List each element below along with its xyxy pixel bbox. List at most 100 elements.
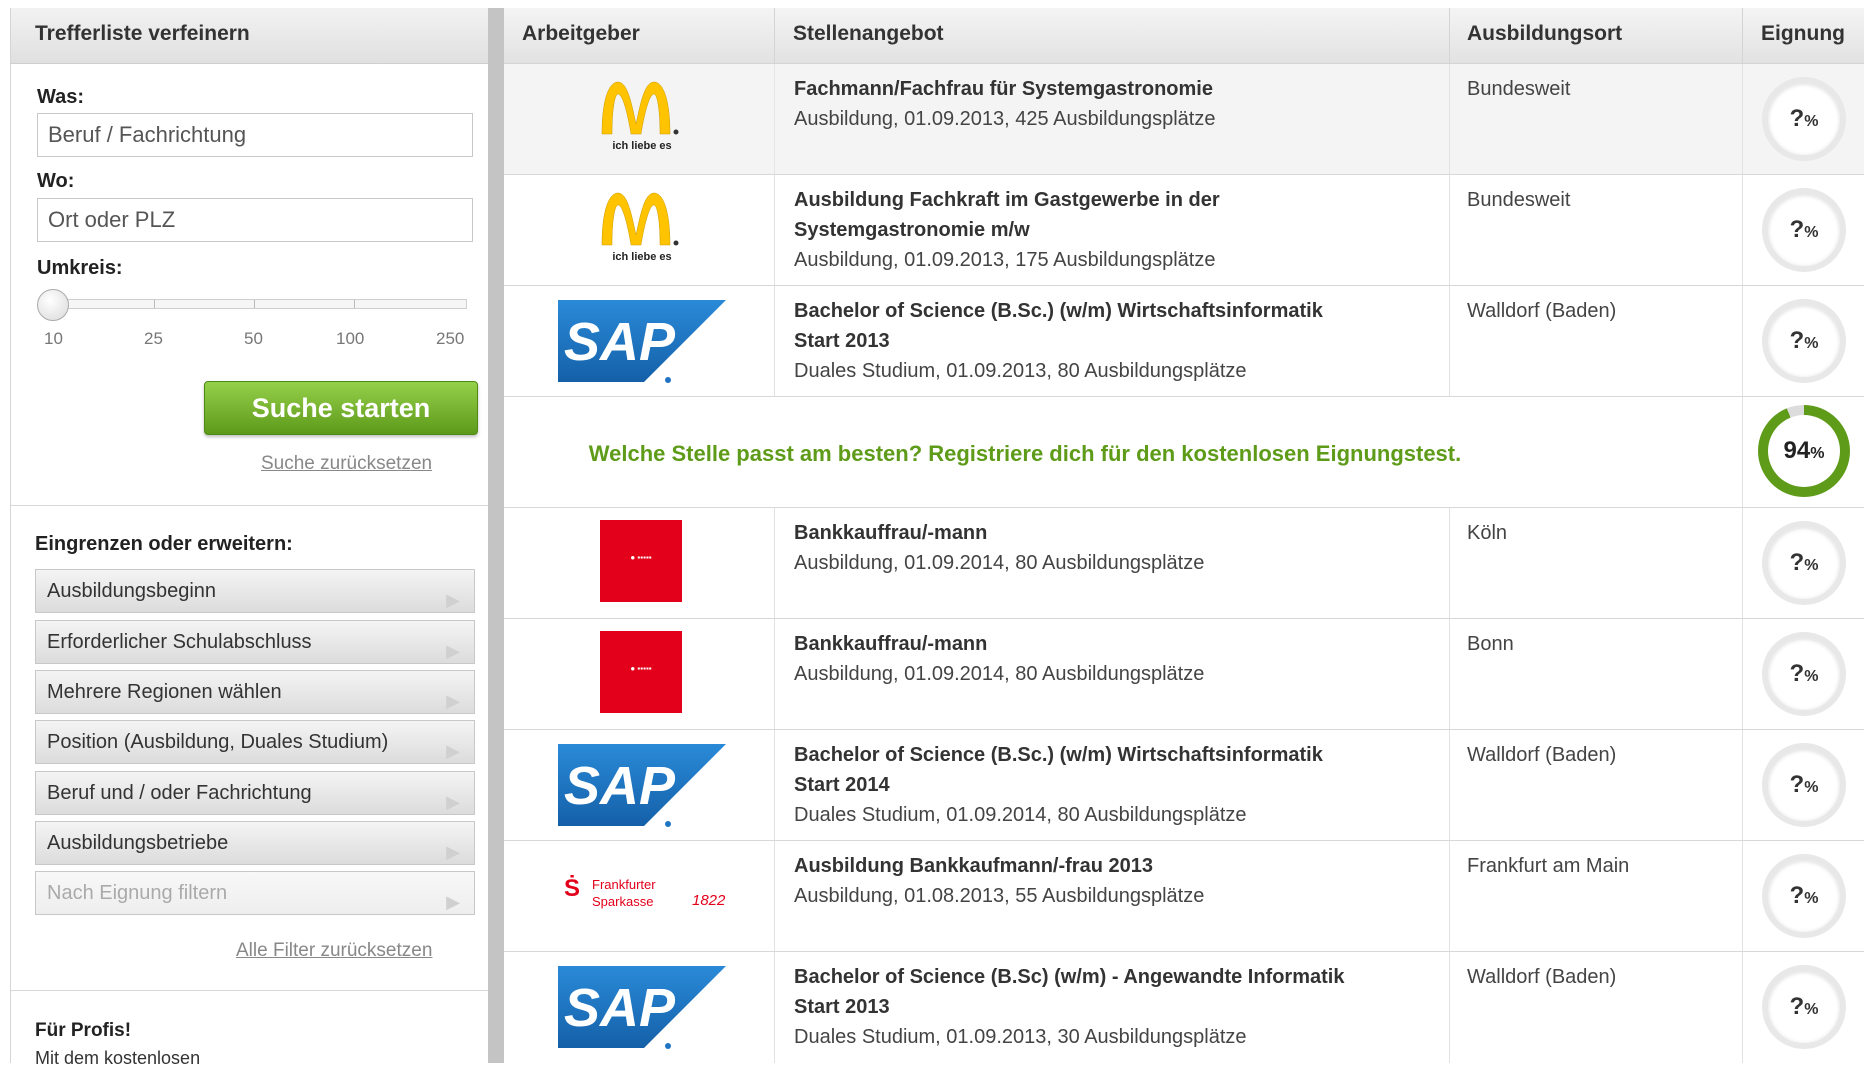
sparkasse-icon: ● ▪▪▪▪▪ (630, 664, 652, 673)
cell-divider (774, 286, 775, 396)
filters-heading: Eingrenzen oder erweitern: (35, 533, 293, 555)
fit-gauge-promo[interactable]: 94% (1758, 405, 1850, 497)
promo-text[interactable]: Welche Stelle passt am besten? Registrie… (504, 441, 1546, 467)
fit-gauge[interactable]: ?% (1762, 743, 1846, 827)
cell-divider (1742, 64, 1743, 174)
fit-value: ? (1789, 216, 1805, 243)
cell-divider (1449, 508, 1450, 618)
column-header-offer[interactable]: Stellenangebot (793, 22, 944, 46)
radius-tick-label: 50 (244, 329, 263, 348)
panel-splitter (488, 8, 504, 1063)
table-row[interactable]: ● ▪▪▪▪▪ Bankkauffrau/-mann Ausbildung, 0… (504, 619, 1864, 730)
reset-filters-link[interactable]: Alle Filter zurücksetzen (236, 940, 432, 962)
job-title-link[interactable]: Bachelor of Science (B.Sc.) (w/m) Wirtsc… (794, 740, 1414, 800)
logo-tagline: ich liebe es (612, 251, 672, 263)
column-header-employer[interactable]: Arbeitgeber (522, 22, 640, 46)
fit-gauge[interactable]: ?% (1762, 965, 1846, 1049)
pro-text: Mit dem kostenlosen (35, 1048, 201, 1068)
cell-divider (774, 952, 775, 1063)
job-location: Walldorf (Baden) (1467, 744, 1617, 766)
mcdonalds-logo: ich liebe es (592, 187, 692, 276)
where-input[interactable] (37, 198, 473, 242)
fit-gauge[interactable]: ?% (1762, 632, 1846, 716)
search-button[interactable]: Suche starten (204, 381, 478, 435)
cell-divider (774, 619, 775, 729)
radius-slider-handle[interactable] (37, 289, 69, 321)
cell-divider (1742, 397, 1743, 507)
job-title-line: Systemgastronomie m/w (794, 219, 1030, 241)
filter-companies[interactable]: Ausbildungsbetriebe ▶ (35, 821, 475, 865)
job-location: Bundesweit (1467, 78, 1571, 100)
arrow-right-icon: ▶ (446, 892, 460, 912)
cell-divider (774, 730, 775, 840)
job-title-link[interactable]: Ausbildung Fachkraft im Gastgewerbe in d… (794, 185, 1414, 245)
fit-gauge[interactable]: ?% (1762, 188, 1846, 272)
filter-regions[interactable]: Mehrere Regionen wählen ▶ (35, 670, 475, 714)
cell-divider (1449, 175, 1450, 285)
job-title-link[interactable]: Fachmann/Fachfrau für Systemgastronomie (794, 74, 1414, 104)
percent-sign: % (1804, 890, 1819, 907)
percent-sign: % (1804, 335, 1819, 352)
logo-tagline: ich liebe es (612, 140, 672, 152)
fit-value: 94 (1783, 437, 1811, 464)
radius-tick-label: 250 (436, 329, 465, 348)
radius-label: Umkreis: (37, 257, 123, 279)
table-row[interactable]: SAP Bachelor of Science (B.Sc.) (w/m) Wi… (504, 730, 1864, 841)
promo-row[interactable]: Welche Stelle passt am besten? Registrie… (504, 397, 1864, 508)
column-divider (1449, 8, 1450, 63)
fit-gauge[interactable]: ?% (1762, 854, 1846, 938)
table-row[interactable]: ich liebe es Fachmann/Fachfrau für Syste… (504, 64, 1864, 175)
column-divider (1742, 8, 1743, 63)
job-location: Köln (1467, 522, 1508, 544)
cell-divider (1449, 841, 1450, 951)
logo-text: Sparkasse (592, 894, 654, 909)
sparkasse-icon: ● ▪▪▪▪▪ (630, 553, 652, 562)
percent-sign: % (1804, 668, 1819, 685)
arrow-right-icon: ▶ (446, 792, 460, 812)
reset-search-link[interactable]: Suche zurücksetzen (261, 453, 432, 475)
percent-sign: % (1804, 1001, 1819, 1018)
cell-divider (1742, 730, 1743, 840)
fit-gauge[interactable]: ?% (1762, 77, 1846, 161)
radius-slider-track[interactable] (59, 299, 467, 309)
table-row[interactable]: ● ▪▪▪▪▪ Bankkauffrau/-mann Ausbildung, 0… (504, 508, 1864, 619)
arrow-right-icon: ▶ (446, 741, 460, 761)
what-label: Was: (37, 86, 85, 108)
job-title-link[interactable]: Bachelor of Science (B.Sc) (w/m) - Angew… (794, 962, 1414, 1022)
job-title-link[interactable]: Bankkauffrau/-mann (794, 629, 1414, 659)
filter-position[interactable]: Position (Ausbildung, Duales Studium) ▶ (35, 720, 475, 764)
divider (11, 505, 489, 506)
job-title-line: Ausbildung Fachkraft im Gastgewerbe in d… (794, 189, 1220, 211)
job-title-line: Start 2013 (794, 996, 890, 1018)
job-title-link[interactable]: Bachelor of Science (B.Sc.) (w/m) Wirtsc… (794, 296, 1414, 356)
table-row[interactable]: SAP Bachelor of Science (B.Sc) (w/m) - A… (504, 952, 1864, 1063)
job-details: Ausbildung, 01.08.2013, 55 Ausbildungspl… (794, 885, 1205, 907)
cell-divider (774, 64, 775, 174)
table-row[interactable]: SAP Bachelor of Science (B.Sc.) (w/m) Wi… (504, 286, 1864, 397)
fit-gauge[interactable]: ?% (1762, 299, 1846, 383)
fit-value: ? (1789, 882, 1805, 909)
arrow-right-icon: ▶ (446, 842, 460, 862)
job-title-link[interactable]: Bankkauffrau/-mann (794, 518, 1414, 548)
table-row[interactable]: ich liebe es Ausbildung Fachkraft im Gas… (504, 175, 1864, 286)
column-header-location[interactable]: Ausbildungsort (1467, 22, 1622, 46)
column-header-fit[interactable]: Eignung (1761, 22, 1845, 46)
fit-gauge[interactable]: ?% (1762, 521, 1846, 605)
filter-start-date[interactable]: Ausbildungsbeginn ▶ (35, 569, 475, 613)
cell-divider (1742, 619, 1743, 729)
filter-label: Mehrere Regionen wählen (47, 681, 282, 703)
radius-tick-label: 10 (44, 329, 63, 348)
what-input[interactable] (37, 113, 473, 157)
filter-profession[interactable]: Beruf und / oder Fachrichtung ▶ (35, 771, 475, 815)
fit-value: ? (1789, 771, 1805, 798)
cell-divider (1742, 952, 1743, 1063)
logo-text: Frankfurter (592, 877, 656, 892)
pro-heading: Für Profis! (35, 1020, 132, 1041)
job-details: Duales Studium, 01.09.2013, 80 Ausbildun… (794, 360, 1247, 382)
job-title-link[interactable]: Ausbildung Bankkaufmann/-frau 2013 (794, 851, 1414, 881)
cell-divider (774, 841, 775, 951)
arrow-right-icon: ▶ (446, 691, 460, 711)
filter-school-degree[interactable]: Erforderlicher Schulabschluss ▶ (35, 620, 475, 664)
sap-logo-text: SAP (564, 312, 676, 372)
table-row[interactable]: Ṡ Frankfurter Sparkasse 1822 Ausbildung … (504, 841, 1864, 952)
